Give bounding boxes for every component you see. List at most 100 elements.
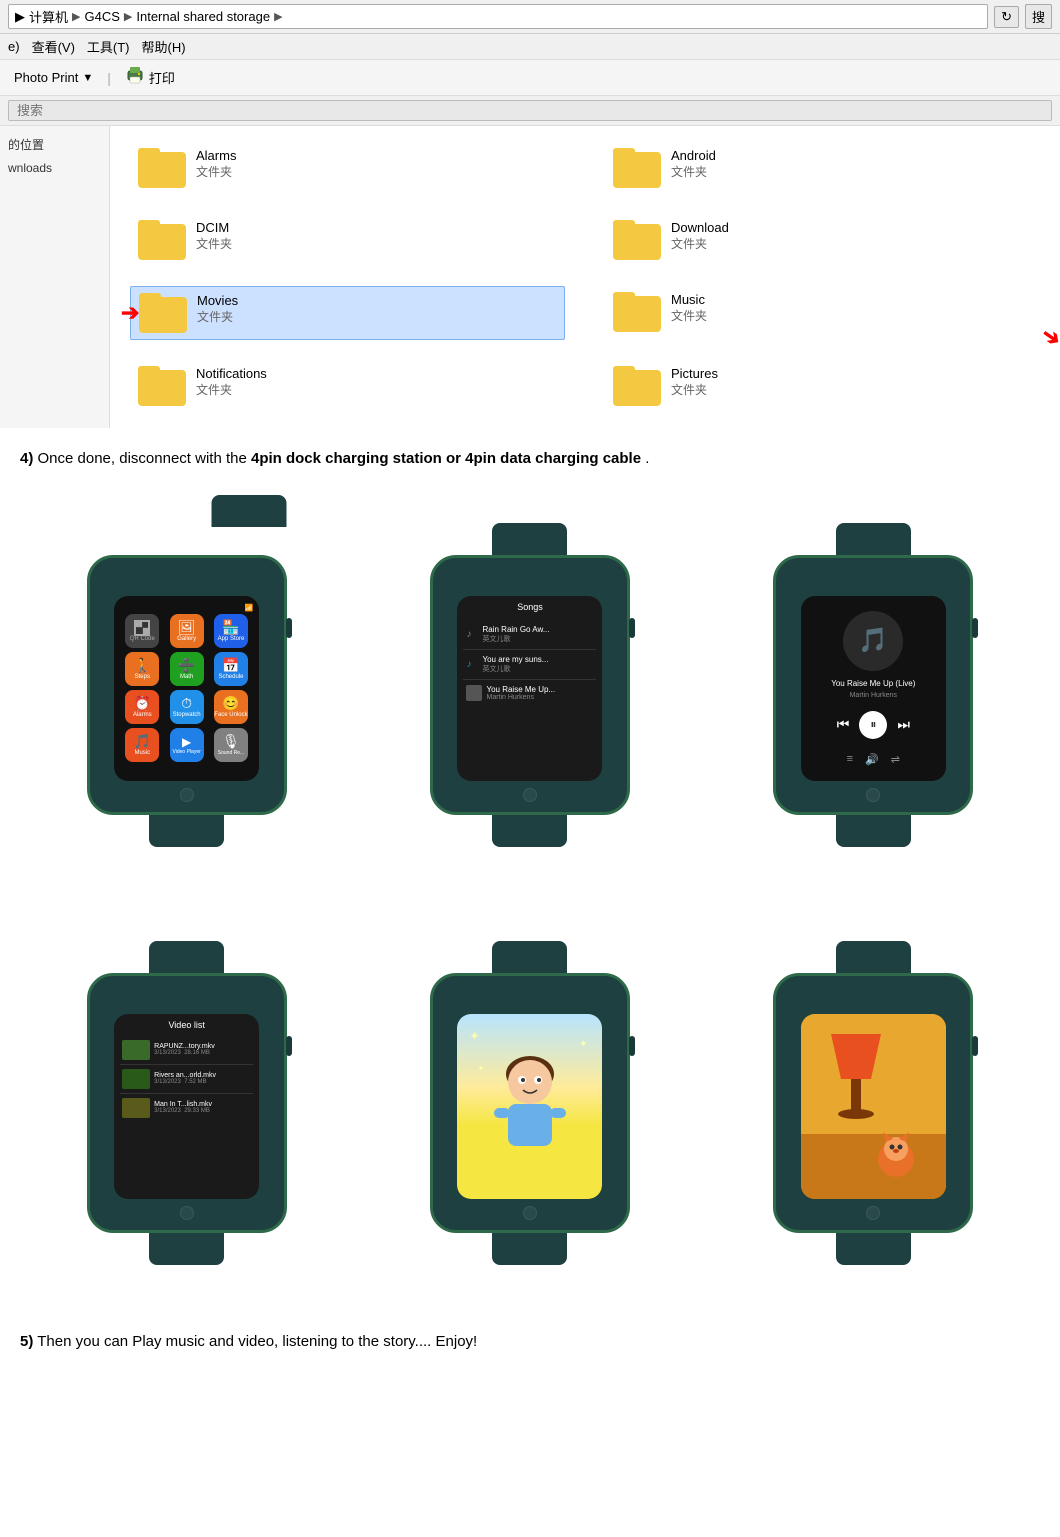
watch6-band-bottom: [836, 1233, 911, 1265]
now-playing-artist: Martin Hurkens: [850, 692, 897, 699]
dropdown-arrow: ▼: [82, 72, 93, 84]
music-info-1: Rain Rain Go Aw... 英文儿歌: [482, 625, 593, 644]
watch6-band-top: [836, 941, 911, 973]
watch5-side-btn[interactable]: [629, 1036, 635, 1056]
music-lang-2: 英文儿歌: [482, 664, 593, 674]
video-list-title: Video list: [120, 1020, 253, 1030]
folder-music-info: Music 文件夹: [671, 292, 1032, 324]
watch-grid-row1: 📶 QR Code �: [0, 481, 1060, 899]
watch2-music-list: Songs ♪ Rain Rain Go Aw... 英文儿歌 ♪ You ar: [457, 596, 602, 781]
path-sep-2: ▶: [124, 10, 132, 23]
watch1-app-grid: 📶 QR Code �: [114, 596, 259, 781]
now-playing-title: You Raise Me Up (Live): [831, 679, 915, 688]
folder-android-name: Android: [671, 148, 1032, 163]
folder-dcim-name: DCIM: [196, 220, 557, 235]
star-2: ✦: [579, 1039, 587, 1050]
music-artist-3: Martin Hurkens: [486, 694, 593, 701]
app-alarms: ⏰ Alarms: [125, 690, 159, 724]
watch3-home-btn[interactable]: [866, 788, 880, 802]
app-gallery: 🖼 Gallery: [170, 614, 204, 648]
folder-download-icon: [613, 220, 661, 260]
watch5-band-bottom: [492, 1233, 567, 1265]
folder-notifications[interactable]: Notifications 文件夹: [130, 360, 565, 412]
watch6-screen: [801, 1014, 946, 1199]
music-note-1: ♪: [466, 629, 478, 640]
cartoon-boy-svg: [490, 1046, 570, 1166]
folder-dcim[interactable]: DCIM 文件夹: [130, 214, 565, 266]
watch6-home-btn[interactable]: [866, 1206, 880, 1220]
folder-movies-info: Movies 文件夹: [197, 293, 556, 325]
section4-text-before: Once done, disconnect with the: [38, 450, 251, 467]
menu-help[interactable]: 帮助(H): [142, 37, 186, 56]
path-sep-3: ▶: [274, 10, 282, 23]
folder-notifications-name: Notifications: [196, 366, 557, 381]
menu-view[interactable]: 查看(V): [32, 37, 75, 56]
folder-dcim-icon: [138, 220, 186, 260]
folder-android[interactable]: Android 文件夹: [605, 142, 1040, 194]
video-meta-3: 3/13/2023 29.33 MB: [154, 1108, 251, 1114]
print-label: 打印: [149, 68, 175, 87]
watch2-side-btn[interactable]: [629, 618, 635, 638]
folder-movies[interactable]: Movies 文件夹 ➔: [130, 286, 565, 340]
app-row-2: 🚶 Steps ➗ Math 📅 Schedule: [120, 652, 253, 686]
watch4-side-btn[interactable]: [286, 1036, 292, 1056]
watch2-screen: Songs ♪ Rain Rain Go Aw... 英文儿歌 ♪ You ar: [457, 596, 602, 781]
watch1-side-btn[interactable]: [286, 618, 292, 638]
file-grid-wrapper: Alarms 文件夹 Android 文件夹: [110, 126, 1060, 428]
section4-bold-text: 4pin dock charging station or 4pin data …: [251, 450, 641, 467]
video-name-2: Rivers an...orld.mkv: [154, 1072, 251, 1079]
watch4-body: Video list RAPUNZ...tory.mkv 3/13/2023 2…: [87, 973, 287, 1233]
shuffle-icon: ⇌: [891, 753, 900, 766]
watch-video-list-container: Video list RAPUNZ...tory.mkv 3/13/2023 2…: [20, 909, 353, 1297]
play-pause-btn[interactable]: ⏸: [859, 711, 887, 739]
sidebar: 的位置 wnloads: [0, 126, 110, 428]
video-item-3: Man In T...lish.mkv 3/13/2023 29.33 MB: [120, 1094, 253, 1122]
sidebar-item-location[interactable]: 的位置: [8, 136, 101, 153]
folder-notifications-type: 文件夹: [196, 381, 557, 398]
folder-alarms[interactable]: Alarms 文件夹: [130, 142, 565, 194]
menu-tools[interactable]: 工具(T): [87, 37, 130, 56]
photo-print-button[interactable]: Photo Print ▼: [8, 68, 99, 87]
navigate-button[interactable]: 搜: [1025, 4, 1052, 29]
watch2-home-btn[interactable]: [523, 788, 537, 802]
folder-download[interactable]: Download 文件夹: [605, 214, 1040, 266]
app-music: 🎵 Music: [125, 728, 159, 762]
watch2-band-top: [492, 523, 567, 555]
sidebar-item-downloads[interactable]: wnloads: [8, 161, 101, 175]
watch6-side-btn[interactable]: [972, 1036, 978, 1056]
explorer-path[interactable]: ▶ 计算机 ▶ G4CS ▶ Internal shared storage ▶: [8, 4, 988, 29]
music-name-1: Rain Rain Go Aw...: [482, 625, 593, 634]
volume-icon: 🔊: [865, 753, 879, 766]
search-bar: [0, 96, 1060, 126]
video-meta-2: 3/13/2023 7.52 MB: [154, 1079, 251, 1085]
path-storage[interactable]: Internal shared storage: [136, 9, 270, 24]
video-item-1: RAPUNZ...tory.mkv 3/13/2023 28.16 MB: [120, 1036, 253, 1065]
path-arrow-1: ▶: [15, 9, 25, 25]
watch1-home-btn[interactable]: [180, 788, 194, 802]
music-item-1: ♪ Rain Rain Go Aw... 英文儿歌: [463, 620, 596, 650]
watch1-screen: 📶 QR Code �: [114, 596, 259, 781]
video-thumb-2: [122, 1069, 150, 1089]
prev-btn[interactable]: ⏮: [837, 716, 850, 733]
folder-alarms-type: 文件夹: [196, 163, 557, 180]
video-thumb-3: [122, 1098, 150, 1118]
watch5-home-btn[interactable]: [523, 1206, 537, 1220]
print-button[interactable]: 打印: [119, 64, 181, 91]
search-input[interactable]: [8, 100, 1052, 121]
watch-cartoon-container: ✦ ✦ ✦: [363, 909, 696, 1297]
folder-movies-type: 文件夹: [197, 308, 556, 325]
next-btn[interactable]: ⏭: [897, 716, 910, 733]
watch3-side-btn[interactable]: [972, 618, 978, 638]
video-name-1: RAPUNZ...tory.mkv: [154, 1043, 251, 1050]
watch4-video-list: Video list RAPUNZ...tory.mkv 3/13/2023 2…: [114, 1014, 259, 1199]
folder-dcim-info: DCIM 文件夹: [196, 220, 557, 252]
app-face-unlock: 😊 Face Unlock: [214, 690, 248, 724]
watch4-home-btn[interactable]: [180, 1206, 194, 1220]
path-computer[interactable]: 计算机: [29, 7, 68, 26]
path-g4cs[interactable]: G4CS: [84, 9, 119, 24]
folder-music[interactable]: Music 文件夹 ➔: [605, 286, 1040, 340]
toolbar-separator: |: [107, 70, 111, 86]
watch-grid-row2: Video list RAPUNZ...tory.mkv 3/13/2023 2…: [0, 899, 1060, 1317]
folder-pictures[interactable]: Pictures 文件夹: [605, 360, 1040, 412]
refresh-button[interactable]: ↻: [994, 6, 1019, 28]
